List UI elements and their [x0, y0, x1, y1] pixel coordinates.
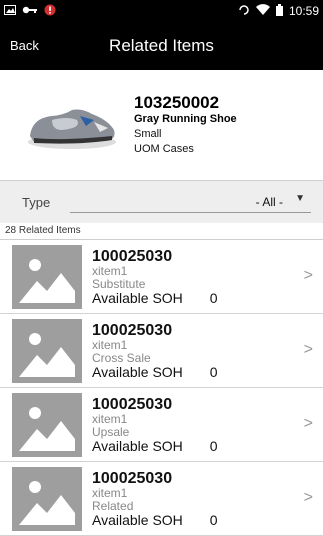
item-details: 103250002 Gray Running Shoe Small UOM Ca…: [134, 93, 237, 157]
back-button[interactable]: Back: [10, 38, 39, 53]
placeholder-image-icon: [12, 318, 82, 383]
list-item-relation-type: Upsale: [92, 424, 130, 439]
dropdown-arrow-icon: ▼: [295, 192, 305, 204]
list-item-description: xitem1: [92, 337, 128, 352]
list-item[interactable]: 100025030 xitem1 Upsale Available SOH 0 …: [0, 388, 323, 462]
chevron-right-icon: >: [303, 267, 313, 284]
soh-value: 0: [209, 289, 218, 306]
list-item[interactable]: 100025030 xitem1 Cross Sale Available SO…: [0, 314, 323, 388]
list-item-soh: Available SOH 0: [92, 511, 218, 528]
list-item-number: 100025030: [92, 469, 173, 487]
list-item-relation-type: Substitute: [92, 276, 146, 291]
chevron-right-icon: >: [303, 489, 313, 506]
status-right-icons: 10:59: [238, 3, 319, 19]
soh-label: Available SOH: [92, 511, 183, 528]
related-items-count: 28 Related Items: [0, 223, 323, 240]
chevron-right-icon: >: [303, 341, 313, 358]
list-item-description: xitem1: [92, 411, 128, 426]
status-left-icons: [4, 4, 56, 19]
list-item-soh: Available SOH 0: [92, 437, 218, 454]
soh-value: 0: [209, 511, 218, 528]
item-header: 103250002 Gray Running Shoe Small UOM Ca…: [0, 70, 323, 181]
item-description: Gray Running Shoe: [134, 113, 237, 125]
rotate-icon: [238, 4, 250, 19]
list-item[interactable]: 100025030 xitem1 Substitute Available SO…: [0, 240, 323, 314]
soh-label: Available SOH: [92, 289, 183, 306]
list-item-text: 100025030 xitem1 Upsale Available SOH 0: [92, 396, 218, 454]
alert-icon: [44, 4, 56, 19]
placeholder-image-icon: [12, 466, 82, 531]
list-item-text: 100025030 xitem1 Related Available SOH 0: [92, 470, 218, 528]
list-item-number: 100025030: [92, 321, 173, 339]
soh-value: 0: [209, 363, 218, 380]
soh-label: Available SOH: [92, 437, 183, 454]
type-filter-select[interactable]: - All - ▼: [70, 192, 311, 213]
soh-label: Available SOH: [92, 363, 183, 380]
item-number: 103250002: [134, 93, 220, 112]
list-item[interactable]: 100025030 xitem1 Related Available SOH 0…: [0, 462, 323, 536]
key-icon: [22, 4, 38, 18]
item-uom: UOM Cases: [134, 143, 194, 155]
placeholder-image-icon: [12, 392, 82, 457]
chevron-right-icon: >: [303, 415, 313, 432]
placeholder-image-icon: [12, 244, 82, 309]
list-item-relation-type: Related: [92, 498, 134, 513]
type-filter-value: - All -: [255, 194, 283, 209]
type-filter-bar: Type - All - ▼: [0, 181, 323, 223]
list-item-number: 100025030: [92, 395, 173, 413]
related-items-list: 100025030 xitem1 Substitute Available SO…: [0, 240, 323, 536]
shoe-image: [22, 90, 122, 160]
type-filter-label: Type: [22, 194, 51, 210]
list-item-soh: Available SOH 0: [92, 363, 218, 380]
list-item-relation-type: Cross Sale: [92, 350, 151, 365]
page-title: Related Items: [109, 36, 214, 55]
wifi-icon: [255, 4, 270, 18]
image-icon: [4, 4, 16, 18]
soh-value: 0: [209, 437, 218, 454]
battery-icon: [275, 3, 283, 19]
list-item-description: xitem1: [92, 485, 128, 500]
list-item-text: 100025030 xitem1 Cross Sale Available SO…: [92, 322, 218, 380]
status-bar: 10:59: [0, 0, 323, 22]
list-item-description: xitem1: [92, 263, 128, 278]
list-item-soh: Available SOH 0: [92, 289, 218, 306]
item-size: Small: [134, 128, 162, 140]
clock-time: 10:59: [288, 4, 319, 18]
list-item-number: 100025030: [92, 247, 173, 265]
app-bar: Back Related Items: [0, 22, 323, 70]
list-item-text: 100025030 xitem1 Substitute Available SO…: [92, 248, 218, 306]
